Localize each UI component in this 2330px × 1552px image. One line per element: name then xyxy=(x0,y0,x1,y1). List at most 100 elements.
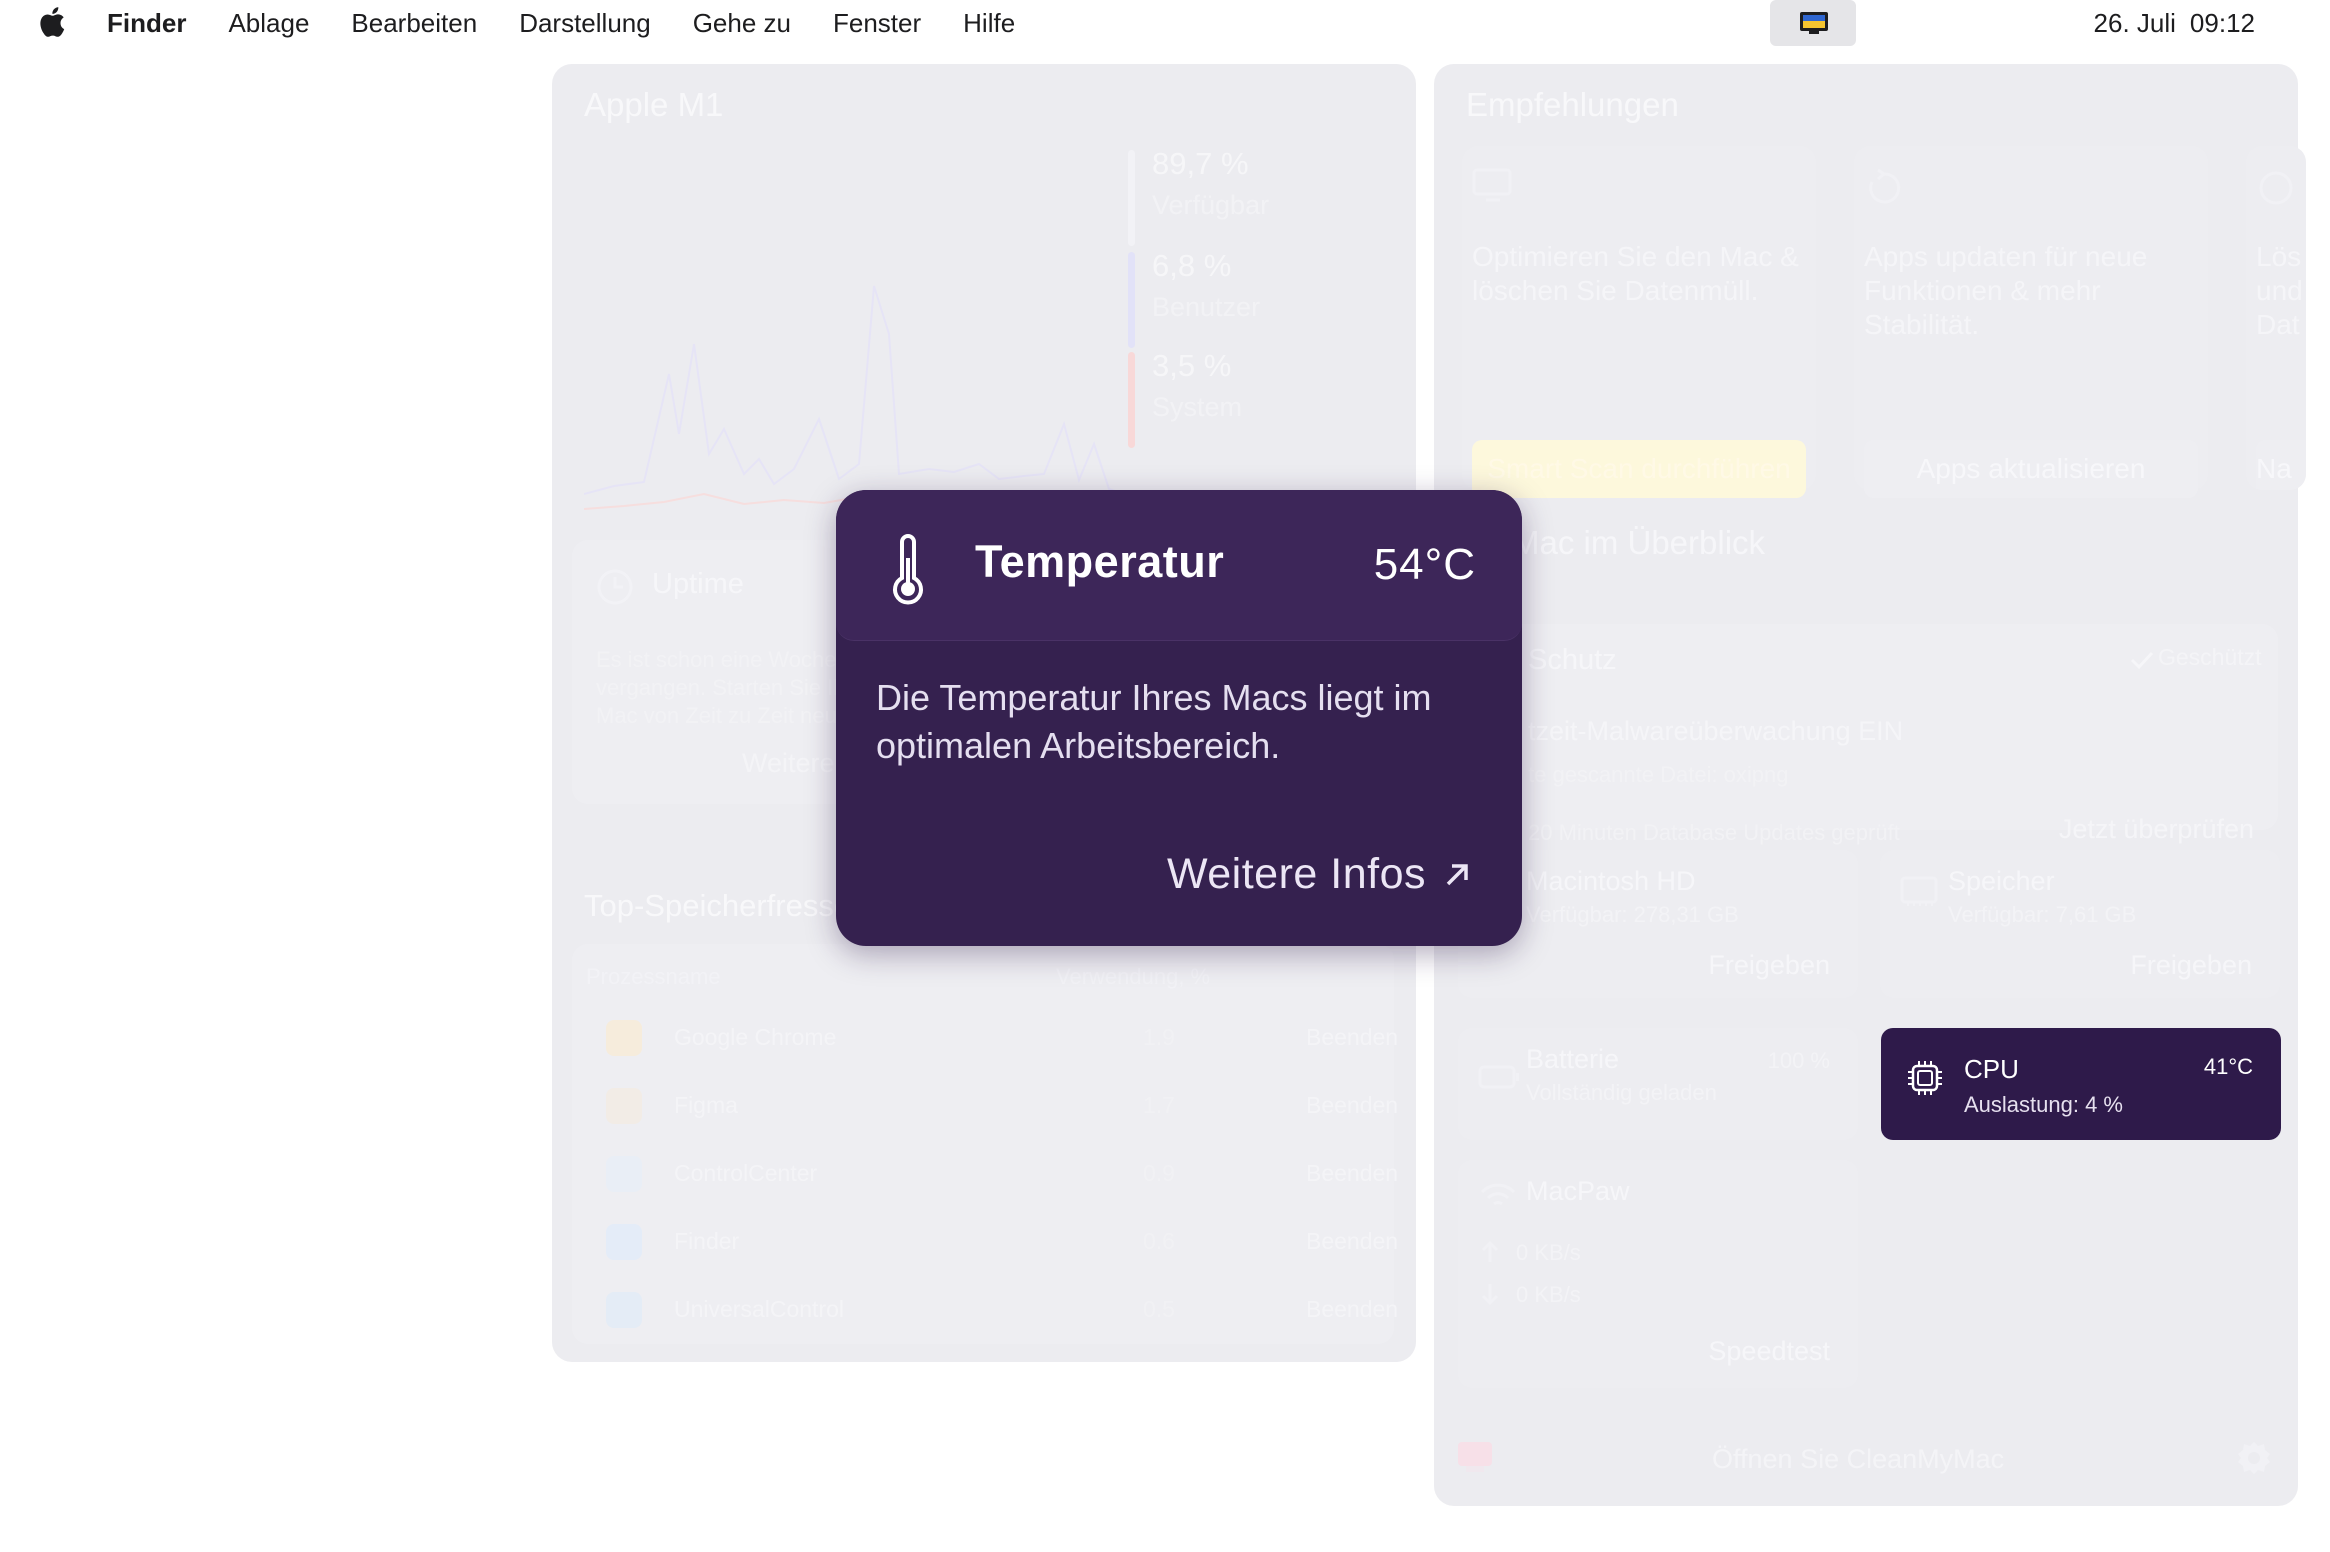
table-row: Figma 1.7 Beenden xyxy=(606,1082,1398,1142)
smart-scan-button[interactable]: Smart Scan durchführen xyxy=(1472,440,1806,498)
stat-user-bar xyxy=(1128,252,1135,348)
apple-menu-icon[interactable] xyxy=(36,5,66,39)
protection-line-1: tzeit-Malwareüberwachung EIN xyxy=(1528,716,1904,746)
quit-button[interactable]: Beenden xyxy=(1306,1296,1398,1323)
stat-user-label: Benutzer xyxy=(1152,292,1261,322)
table-row: ControlCenter 0.9 Beenden xyxy=(606,1150,1398,1210)
recommendations-title: Empfehlungen xyxy=(1466,86,1679,123)
menu-darstellung[interactable]: Darstellung xyxy=(519,8,651,39)
process-name: ControlCenter xyxy=(674,1160,818,1186)
partial-button[interactable]: Na xyxy=(2256,440,2306,490)
check-now-button[interactable]: Jetzt überprüfen xyxy=(2059,814,2254,845)
popover-header: Temperatur 54°C xyxy=(836,490,1522,641)
overview-title: Mac im Überblick xyxy=(1512,524,1766,561)
update-icon xyxy=(1869,168,1901,204)
disk-free-button[interactable]: Freigeben xyxy=(1708,950,1830,981)
popover-title: Temperatur xyxy=(975,536,1225,587)
process-usage: 0.6 xyxy=(1143,1228,1175,1254)
cleanmymac-menu-extra[interactable] xyxy=(1770,0,1856,46)
stat-system-bar xyxy=(1128,352,1135,448)
wifi-icon xyxy=(1480,1183,1516,1206)
recommendation-text: Optimieren Sie den Mac & löschen Sie Dat… xyxy=(1472,241,1799,306)
process-name: UniversalControl xyxy=(674,1296,845,1322)
thermometer-icon xyxy=(893,534,923,605)
recommendation-text: Lös und Dat xyxy=(2256,241,2303,340)
stat-available-label: Verfügbar xyxy=(1152,190,1270,220)
process-name: Google Chrome xyxy=(674,1024,837,1050)
disk-title: Macintosh HD xyxy=(1526,866,1696,896)
recommendation-card-cleanup: Optimieren Sie den Mac & löschen Sie Dat… xyxy=(1462,146,1816,498)
col-usage: Verwendung, % xyxy=(1056,964,1211,989)
protection-status: Geschützt xyxy=(2158,644,2262,670)
cleanmymac-tray-icon xyxy=(1800,12,1828,34)
memory-tile: Speicher Verfügbar: 7,61 GB Freigeben xyxy=(1880,850,2280,998)
process-name: Figma xyxy=(674,1092,738,1118)
cleanmymac-app-icon[interactable] xyxy=(1456,1440,1494,1474)
open-cleanmymac-link[interactable]: Öffnen Sie CleanMyMac xyxy=(1712,1444,2004,1475)
shield-icon xyxy=(2259,171,2293,205)
memory-consumers-table: Prozessname Verwendung, % Google Chrome … xyxy=(572,944,1398,1346)
arrow-up-right-icon xyxy=(1446,863,1468,885)
menu-bearbeiten[interactable]: Bearbeiten xyxy=(351,8,477,39)
stat-user-value: 6,8 % xyxy=(1152,248,1232,283)
popover-description: Die Temperatur Ihres Macs liegt im optim… xyxy=(876,677,1432,766)
stat-system: 3,5 % System xyxy=(1128,348,1242,448)
quit-button[interactable]: Beenden xyxy=(1306,1160,1398,1187)
battery-percent: 100 % xyxy=(1767,1048,1830,1073)
cpu-tile[interactable]: CPU 41°C Auslastung: 4 % xyxy=(1881,1028,2281,1140)
memory-free-button[interactable]: Freigeben xyxy=(2130,950,2252,981)
quit-button[interactable]: Beenden xyxy=(1306,1024,1398,1051)
menu-clock[interactable]: 26. Juli 09:12 xyxy=(2094,0,2255,46)
menu-fenster[interactable]: Fenster xyxy=(833,8,921,39)
memory-available: Verfügbar: 7,61 GB xyxy=(1948,902,2137,927)
menu-app-name[interactable]: Finder xyxy=(107,8,186,39)
memory-title: Speicher xyxy=(1948,866,2055,896)
cpu-panel-title: Apple M1 xyxy=(584,86,724,123)
popover-more-info-link[interactable]: Weitere Infos xyxy=(1167,850,1472,899)
table-row: UniversalControl 0.5 Beenden xyxy=(606,1286,1398,1346)
battery-title: Batterie xyxy=(1526,1044,1620,1074)
clock-icon xyxy=(597,569,633,605)
menu-gehe-zu[interactable]: Gehe zu xyxy=(693,8,791,39)
speedtest-button[interactable]: Speedtest xyxy=(1708,1336,1830,1367)
recommendation-text: Apps updaten für neue Funktionen & mehr … xyxy=(1864,241,2148,340)
download-speed: 0 KB/s xyxy=(1516,1282,1581,1307)
network-tile: MacPaw 0 KB/s 0 KB/s Speedtest xyxy=(1458,1160,1858,1388)
process-usage: 1.9 xyxy=(1143,1024,1175,1050)
cpu-load: Auslastung: 4 % xyxy=(1964,1092,2123,1117)
quit-button[interactable]: Beenden xyxy=(1306,1092,1398,1119)
process-usage: 1.7 xyxy=(1143,1092,1175,1118)
download-arrow-icon xyxy=(1481,1284,1499,1306)
finder-icon xyxy=(606,1224,642,1260)
overview-panel: Empfehlungen Optimieren Sie den Mac & lö… xyxy=(1434,64,2306,1506)
battery-tile: Batterie 100 % Vollständig geladen xyxy=(1458,1028,1858,1140)
stat-available: 89,7 % Verfügbar xyxy=(1128,146,1270,246)
upload-arrow-icon xyxy=(1481,1240,1499,1262)
temperature-popover: Temperatur 54°C Die Temperatur Ihres Mac… xyxy=(836,490,1522,946)
clock-date: 26. Juli xyxy=(2093,7,2176,38)
update-apps-button[interactable]: Apps aktualisieren xyxy=(1864,440,2198,498)
recommendation-card-updates: Apps updaten für neue Funktionen & mehr … xyxy=(1854,146,2208,498)
process-usage: 0.5 xyxy=(1143,1296,1175,1322)
chrome-icon xyxy=(606,1020,642,1056)
memory-chip-icon xyxy=(1900,876,1938,906)
col-process-name: Prozessname xyxy=(586,964,721,989)
cpu-chip-icon xyxy=(1908,1061,1942,1095)
cpu-title: CPU xyxy=(1964,1054,2019,1084)
universalcontrol-icon xyxy=(606,1292,642,1328)
disk-available: Verfügbar: 278,31 GB xyxy=(1526,902,1739,927)
stat-system-value: 3,5 % xyxy=(1152,348,1232,383)
protection-title: Schutz xyxy=(1528,644,1617,676)
network-name: MacPaw xyxy=(1526,1176,1630,1206)
upload-speed: 0 KB/s xyxy=(1516,1240,1581,1265)
menu-ablage[interactable]: Ablage xyxy=(228,8,309,39)
menu-bar: Finder Ablage Bearbeiten Darstellung Geh… xyxy=(0,0,2330,46)
recommendation-card-partial: Lös und Dat Na xyxy=(2246,146,2306,490)
settings-gear-icon[interactable] xyxy=(2234,1438,2274,1478)
battery-status: Vollständig geladen xyxy=(1526,1080,1717,1105)
quit-button[interactable]: Beenden xyxy=(1306,1228,1398,1255)
stat-available-value: 89,7 % xyxy=(1152,146,1249,181)
clock-time: 09:12 xyxy=(2189,7,2255,38)
table-row: Google Chrome 1.9 Beenden xyxy=(606,1014,1398,1074)
menu-hilfe[interactable]: Hilfe xyxy=(963,8,1015,39)
